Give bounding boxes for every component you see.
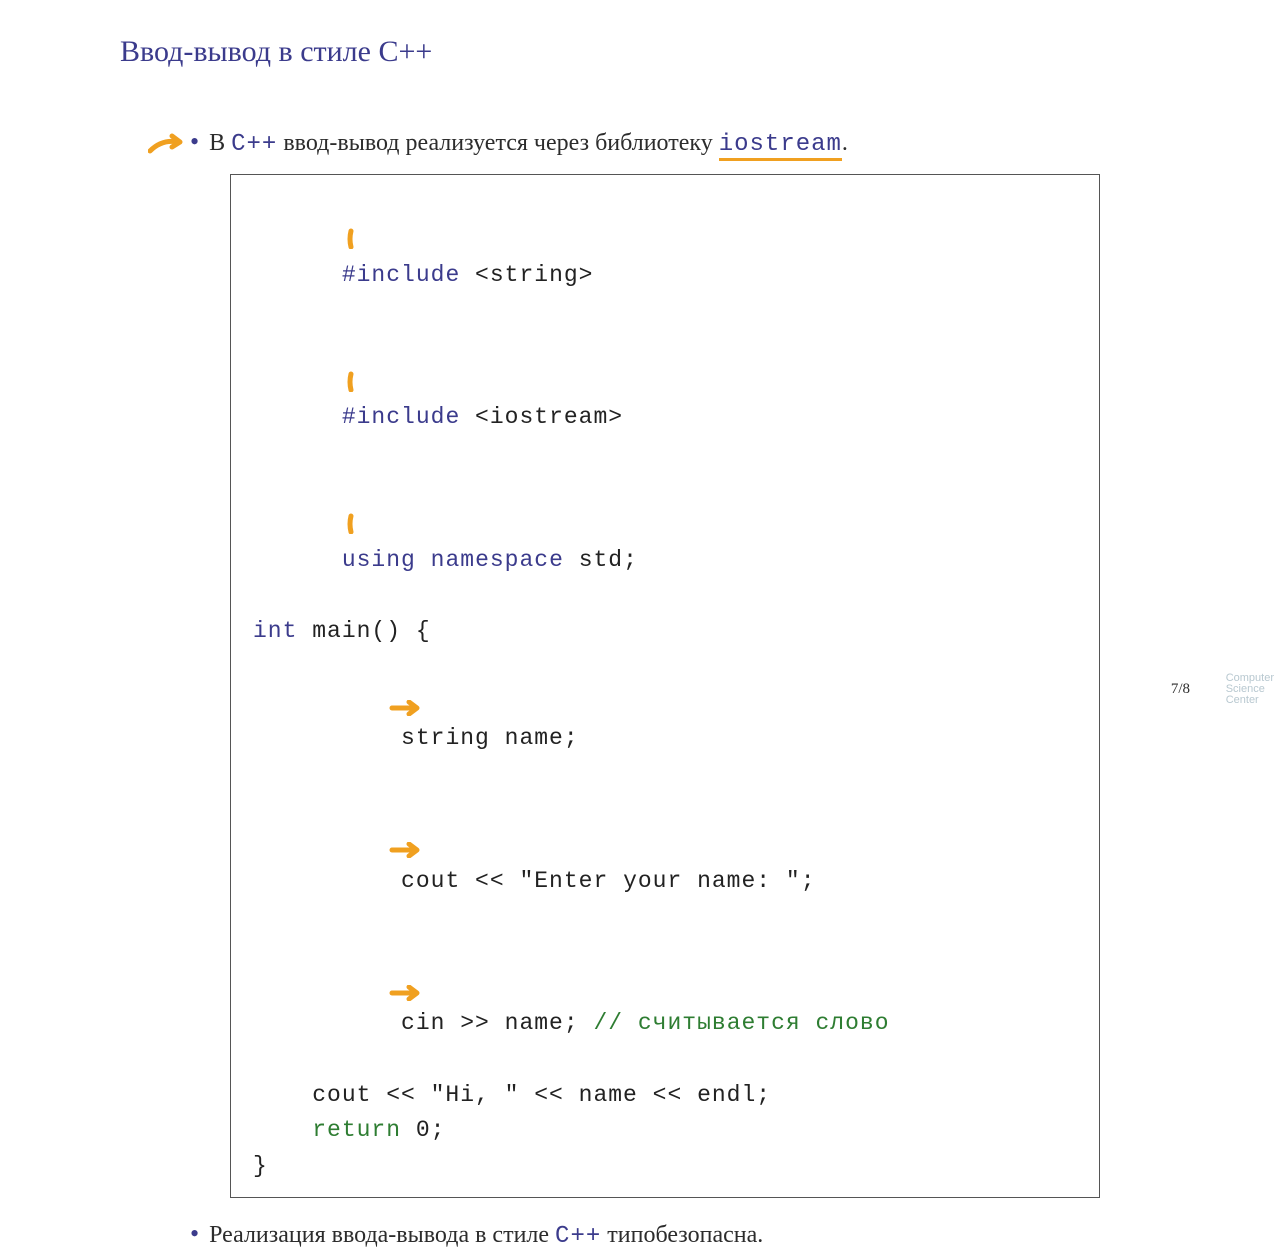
code-token: <iostream> [460, 404, 623, 430]
code-token: std; [564, 547, 638, 573]
code-line: return 0; [253, 1113, 1077, 1149]
bullet-dot-icon: • [190, 127, 199, 156]
code-token: main() { [297, 618, 430, 644]
code-token: namespace [431, 547, 564, 573]
code-token: <string> [460, 262, 593, 288]
code-token: int [253, 618, 297, 644]
code-comment: // считывается слово [593, 1010, 889, 1036]
code-line: #include <iostream> [253, 329, 1077, 472]
bullet-2: • Реализация ввода-вывода в стиле C++ тип… [190, 1216, 1160, 1253]
code-token: 0; [401, 1117, 445, 1143]
code-block: #include <string> #include <iostream> us… [230, 174, 1100, 1198]
logo: Computer Science Center [1226, 673, 1274, 706]
bullet-dot-icon: • [190, 1219, 199, 1248]
bullet1-lib: iostream [719, 131, 842, 161]
page-number: 7/8 [1171, 681, 1190, 698]
code-line: using namespace std; [253, 472, 1077, 615]
annotation-arrow-icon [271, 942, 423, 1049]
code-line: cout << "Hi, " << name << endl; [253, 1078, 1077, 1114]
code-line: #include <string> [253, 187, 1077, 330]
bullet1-text-a: В [209, 130, 231, 156]
code-token: return [312, 1117, 401, 1143]
logo-line: Center [1226, 695, 1274, 706]
annotation-tick-icon [225, 191, 363, 298]
code-line: cout << "Enter your name: "; [253, 792, 1077, 935]
annotation-tick-icon [225, 333, 363, 440]
code-line: } [253, 1149, 1077, 1185]
bullet1-code: C++ [231, 131, 277, 158]
annotation-tick-icon [225, 476, 363, 583]
annotation-arrow-icon [148, 132, 186, 166]
annotation-arrow-icon [271, 657, 423, 764]
bullet2-code: C++ [555, 1223, 601, 1250]
code-line: string name; [253, 650, 1077, 793]
code-token [416, 547, 431, 573]
bullet2-text-b: типобезопасна. [601, 1222, 763, 1248]
annotation-arrow-icon [271, 799, 423, 906]
code-line: cin >> name; // считывается слово [253, 935, 1077, 1078]
slide-title: Ввод-вывод в стиле C++ [120, 35, 1160, 69]
bullet2-text-a: Реализация ввода-вывода в стиле [209, 1222, 555, 1248]
code-token [253, 1117, 312, 1143]
bullet1-text-b: ввод-вывод реализуется через библиотеку [277, 130, 718, 156]
bullet1-text-c: . [842, 130, 848, 156]
code-line: int main() { [253, 614, 1077, 650]
bullet-1: • В C++ ввод-вывод реализуется через библ… [190, 124, 1160, 162]
